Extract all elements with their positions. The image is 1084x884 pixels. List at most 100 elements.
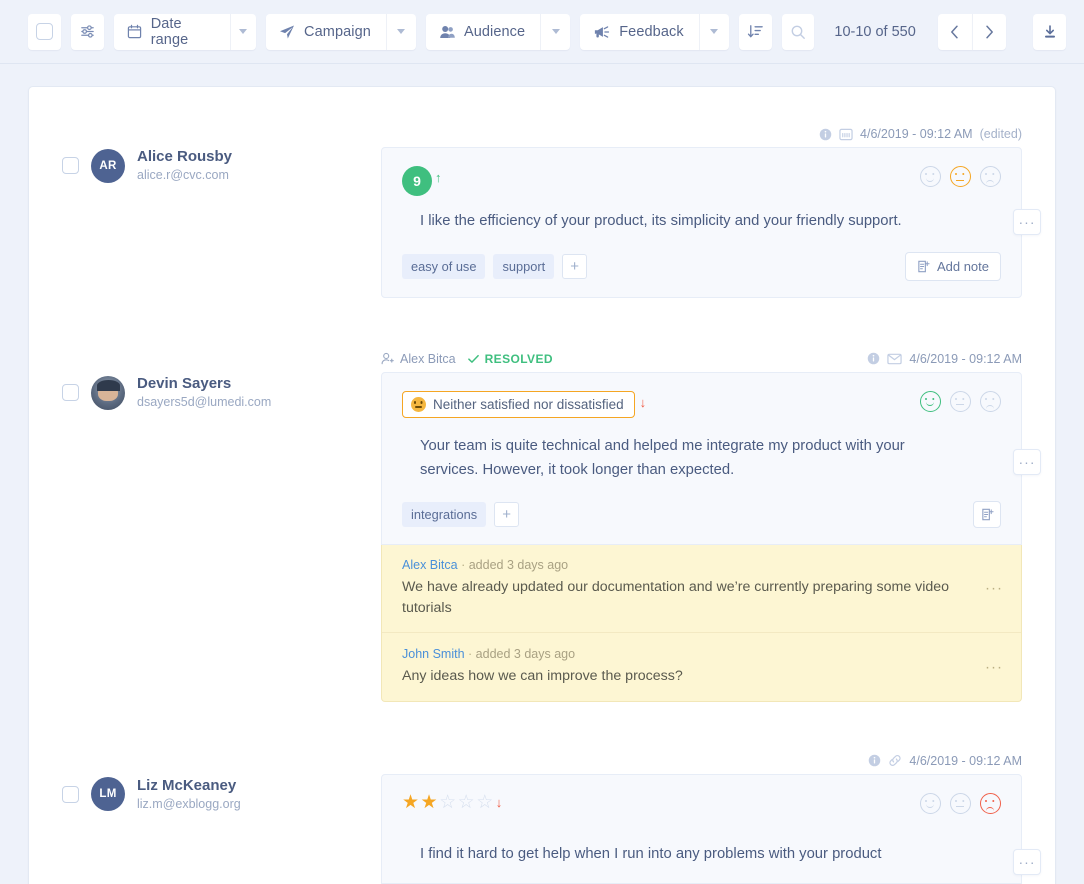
person: AR Alice Rousby alice.r@cvc.com — [62, 147, 381, 184]
feedback-timestamp: 4/6/2019 - 09:12 AM — [909, 753, 1022, 768]
filter-date-range-label: Date range — [150, 15, 189, 48]
card-menu-button[interactable]: ··· — [1013, 448, 1041, 475]
feedback-card: ··· 9 ↑ I like the efficiency of your pr… — [381, 147, 1041, 298]
feedback-timestamp: 4/6/2019 - 09:12 AM — [909, 351, 1022, 366]
pagination-count: 10-10 of 550 — [834, 23, 916, 40]
csat-label: Neither satisfied nor dissatisfied — [433, 396, 624, 412]
add-note-button[interactable] — [973, 500, 1001, 528]
card-footer: easy of use support + Add note — [402, 234, 1001, 281]
note-menu-button[interactable]: ··· — [985, 580, 1003, 597]
note-timestamp: added 3 days ago — [475, 647, 576, 662]
feedback-card: ··· Neither satisfied nor dissatisfied ↓… — [381, 371, 1041, 545]
feedback-list-panel: AR Alice Rousby alice.r@cvc.com 4/6/2019… — [28, 86, 1056, 884]
sentiment-sad-icon[interactable] — [980, 390, 1001, 412]
chevron-down-icon[interactable] — [229, 13, 256, 50]
note-item: John Smith · added 3 days ago Any ideas … — [382, 632, 1021, 701]
feedback-text: Your team is quite technical and helped … — [420, 437, 905, 478]
filter-settings-button[interactable] — [70, 13, 104, 50]
row-content-column: 4/6/2019 - 09:12 AM (edited) ··· 9 ↑ I l… — [381, 117, 1055, 298]
assignee-group[interactable]: Alex Bitca RESOLVED — [381, 352, 553, 366]
person-text: Alice Rousby alice.r@cvc.com — [137, 147, 232, 184]
edited-label: (edited) — [979, 127, 1022, 141]
chevron-down-icon[interactable] — [698, 13, 729, 50]
download-icon — [1042, 24, 1058, 40]
tag[interactable]: integrations — [402, 501, 487, 527]
chevron-down-icon[interactable] — [540, 13, 570, 50]
next-page-button[interactable] — [971, 13, 1006, 50]
sentiment-happy-icon[interactable] — [920, 390, 941, 412]
filter-campaign[interactable]: Campaign — [266, 13, 416, 50]
prev-page-button[interactable] — [937, 13, 972, 50]
sentiment-neutral-icon[interactable] — [950, 792, 971, 814]
person-text: Liz McKeaney liz.m@exblogg.org — [137, 776, 241, 813]
note-text: We have already updated our documentatio… — [402, 578, 950, 616]
info-icon[interactable] — [867, 352, 880, 365]
sentiment-happy-icon[interactable] — [920, 792, 941, 814]
select-all-checkbox[interactable] — [28, 13, 61, 50]
person-name: Alice Rousby — [137, 148, 233, 165]
paper-plane-icon — [279, 24, 295, 40]
sliders-icon — [79, 23, 96, 40]
filter-audience[interactable]: Audience — [425, 13, 571, 50]
add-note-button[interactable]: Add note — [904, 251, 1001, 281]
info-icon[interactable] — [819, 128, 832, 141]
note-separator: · — [461, 557, 466, 572]
chevron-down-icon[interactable] — [385, 13, 416, 50]
top-toolbar: Date range Campaign Audience Feedback 10… — [0, 0, 1084, 64]
card-menu-button[interactable]: ··· — [1013, 848, 1041, 875]
pagination-controls — [937, 13, 1006, 50]
feedback-timestamp: 4/6/2019 - 09:12 AM — [860, 127, 973, 141]
card-header: ★★☆☆☆ ↓ — [402, 792, 1001, 823]
people-icon — [439, 24, 455, 40]
note-menu-button[interactable]: ··· — [985, 658, 1003, 675]
megaphone-icon — [593, 24, 610, 40]
note-header: Alex Bitca · added 3 days ago — [402, 558, 1001, 572]
info-icon[interactable] — [868, 754, 881, 767]
link-icon — [888, 754, 902, 767]
row-person-column: AR Alice Rousby alice.r@cvc.com — [29, 117, 381, 298]
feedback-row: Devin Sayers dsayers5d@lumedi.com Alex B… — [29, 298, 1055, 702]
card-menu-button[interactable]: ··· — [1013, 209, 1041, 236]
sentiment-sad-icon[interactable] — [980, 792, 1001, 814]
add-tag-button[interactable]: + — [494, 501, 520, 527]
avatar: AR — [91, 148, 125, 183]
avatar: LM — [91, 777, 125, 812]
sentiment-selector — [920, 390, 1001, 412]
search-button[interactable] — [781, 13, 815, 50]
card-header: 9 ↑ — [402, 166, 1001, 196]
row-checkbox[interactable] — [62, 157, 79, 175]
card-footer: integrations + — [402, 483, 1001, 528]
trend-indicator: ↓ — [495, 794, 503, 810]
download-button[interactable] — [1033, 13, 1066, 50]
assignee-name: Alex Bitca — [400, 351, 456, 366]
feedback-meta: 4/6/2019 - 09:12 AM — [381, 748, 1022, 774]
feedback-row: LM Liz McKeaney liz.m@exblogg.org 4/6/20… — [29, 702, 1055, 884]
tag[interactable]: easy of use — [402, 253, 486, 279]
filter-feedback[interactable]: Feedback — [580, 13, 729, 50]
sentiment-neutral-icon[interactable] — [950, 390, 971, 412]
filter-audience-label: Audience — [463, 23, 526, 40]
tag[interactable]: support — [493, 253, 555, 279]
note-add-icon — [981, 508, 994, 521]
row-person-column: LM Liz McKeaney liz.m@exblogg.org — [29, 744, 381, 884]
add-tag-button[interactable]: + — [562, 253, 588, 279]
filter-date-range[interactable]: Date range — [113, 13, 257, 50]
filter-feedback-label: Feedback — [619, 23, 684, 40]
search-icon — [790, 24, 806, 40]
sort-button[interactable] — [738, 13, 772, 50]
note-author[interactable]: John Smith — [402, 647, 465, 661]
row-checkbox[interactable] — [62, 384, 79, 402]
note-add-icon — [917, 260, 930, 273]
star-rating[interactable]: ★★☆☆☆ — [402, 793, 495, 812]
add-note-label: Add note — [936, 258, 989, 274]
note-author[interactable]: Alex Bitca — [402, 558, 458, 572]
sentiment-neutral-icon[interactable] — [950, 166, 971, 187]
checkbox-box — [35, 23, 53, 40]
sentiment-happy-icon[interactable] — [920, 166, 941, 187]
filter-campaign-label: Campaign — [304, 23, 371, 40]
feedback-text: I find it hard to get help when I run in… — [420, 845, 882, 862]
trend-indicator: ↑ — [435, 170, 442, 185]
person-name: Devin Sayers — [137, 374, 232, 392]
row-checkbox[interactable] — [62, 785, 79, 803]
sentiment-sad-icon[interactable] — [980, 166, 1001, 187]
